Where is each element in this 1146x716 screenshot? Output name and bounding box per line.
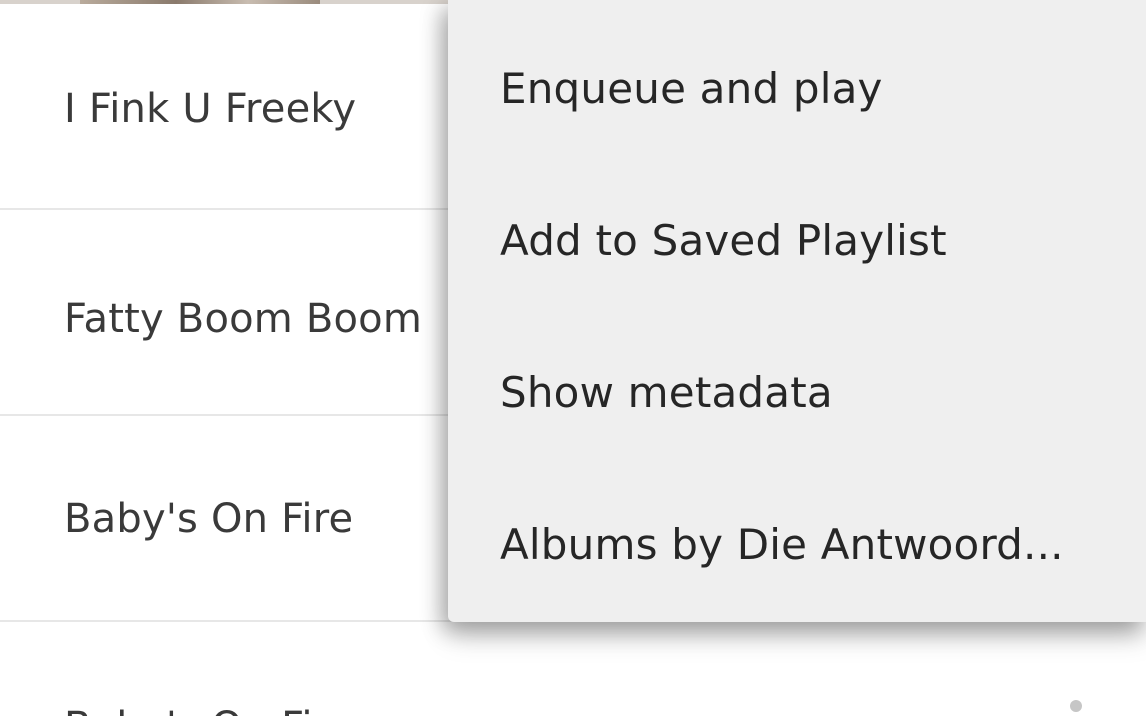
music-app-screen: I Fink U Freeky Fatty Boom Boom Baby's O… [0,0,1146,716]
more-vert-icon[interactable] [1070,700,1082,712]
menu-item-label: Show metadata [500,368,833,417]
context-menu: Enqueue and play Add to Saved Playlist S… [448,0,1146,622]
track-row[interactable]: Baby's On Fire [0,622,1146,716]
menu-item-albums-by-artist[interactable]: Albums by Die Antwoord... [448,470,1146,622]
menu-item-label: Enqueue and play [500,64,883,113]
track-title: I Fink U Freeky [64,86,357,132]
menu-item-label: Add to Saved Playlist [500,216,947,265]
menu-item-add-to-saved-playlist[interactable]: Add to Saved Playlist [448,166,1146,318]
menu-item-show-metadata[interactable]: Show metadata [448,318,1146,470]
menu-item-enqueue-and-play[interactable]: Enqueue and play [448,14,1146,166]
menu-item-label: Albums by Die Antwoord... [500,520,1064,569]
track-title: Baby's On Fire [64,496,354,542]
track-title: Baby's On Fire [64,704,353,716]
track-title: Fatty Boom Boom [64,296,423,342]
